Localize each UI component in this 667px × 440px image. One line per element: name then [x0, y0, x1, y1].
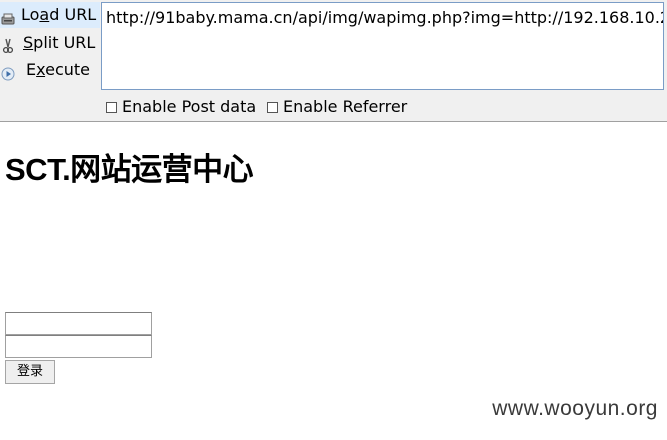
watermark-text: www.wooyun.org: [492, 397, 658, 420]
load-url-accesskey: a: [39, 5, 50, 24]
scissors-icon: [1, 36, 15, 54]
split-url-label-end: plit URL: [33, 33, 96, 52]
enable-referrer-option[interactable]: Enable Referrer: [267, 97, 407, 117]
referrer-label: Enable Referrer: [283, 97, 408, 116]
post-data-label: Enable Post data: [122, 97, 257, 116]
execute-accesskey: x: [36, 60, 46, 79]
login-button[interactable]: 登录: [5, 360, 55, 384]
url-textarea[interactable]: http://91baby.mama.cn/api/img/wapimg.php…: [101, 2, 664, 90]
load-url-label-end: d URL: [49, 5, 97, 24]
load-url-label-start: Lo: [21, 5, 40, 24]
password-input[interactable]: [5, 335, 152, 358]
load-url-icon: [1, 8, 15, 25]
split-url-button[interactable]: Split URL: [0, 30, 100, 56]
split-url-accesskey: S: [23, 33, 34, 52]
enable-post-data-option[interactable]: Enable Post data: [106, 97, 256, 117]
username-input[interactable]: [5, 312, 152, 335]
url-text: http://91baby.mama.cn/api/img/wapimg.php…: [106, 8, 664, 27]
play-icon: [1, 63, 15, 81]
execute-button[interactable]: Execute: [0, 57, 100, 83]
execute-label-end: ecute: [45, 60, 90, 79]
page-title: SCT.网站运营中心: [5, 152, 254, 187]
execute-label-start: E: [26, 60, 37, 79]
post-data-checkbox[interactable]: [106, 102, 117, 113]
hackbar-panel: Load URL Split URL Execute http://91baby…: [0, 0, 667, 122]
referrer-checkbox[interactable]: [267, 102, 278, 113]
load-url-button[interactable]: Load URL: [0, 2, 100, 28]
